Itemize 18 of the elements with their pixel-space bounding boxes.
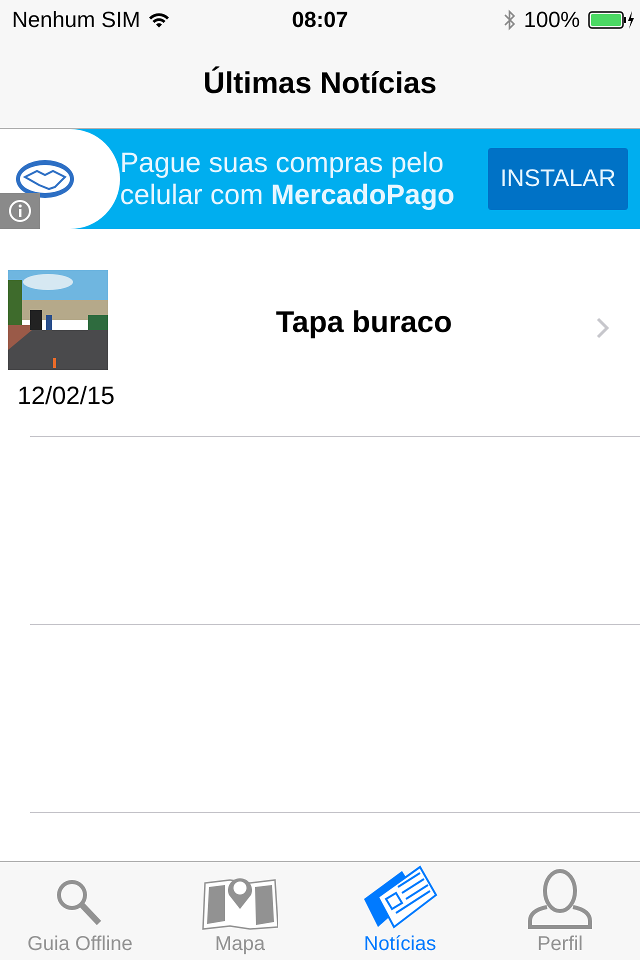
wifi-icon	[148, 12, 170, 28]
person-icon	[527, 869, 593, 931]
news-date: 12/02/15	[17, 382, 115, 411]
newspaper-icon	[362, 865, 438, 931]
battery-percent: 100%	[524, 7, 580, 33]
status-time: 08:07	[292, 7, 348, 33]
bluetooth-icon	[504, 9, 516, 31]
news-title: Tapa buraco	[274, 306, 454, 340]
map-icon	[202, 875, 278, 931]
carrier-name: Nenhum SIM	[12, 7, 140, 33]
install-button[interactable]: INSTALAR	[488, 148, 628, 210]
news-row[interactable]: 12/02/15 Tapa buraco	[0, 229, 640, 436]
ad-text: Pague suas compras pelo celular com MercadoPago	[120, 147, 456, 211]
screen-title: Últimas Notícias	[203, 67, 437, 101]
info-icon[interactable]	[0, 193, 40, 229]
battery-icon	[588, 10, 634, 30]
ad-banner[interactable]: Pague suas compras pelo celular com MercadoPago INSTALAR	[0, 129, 640, 229]
chevron-icon	[596, 316, 610, 338]
